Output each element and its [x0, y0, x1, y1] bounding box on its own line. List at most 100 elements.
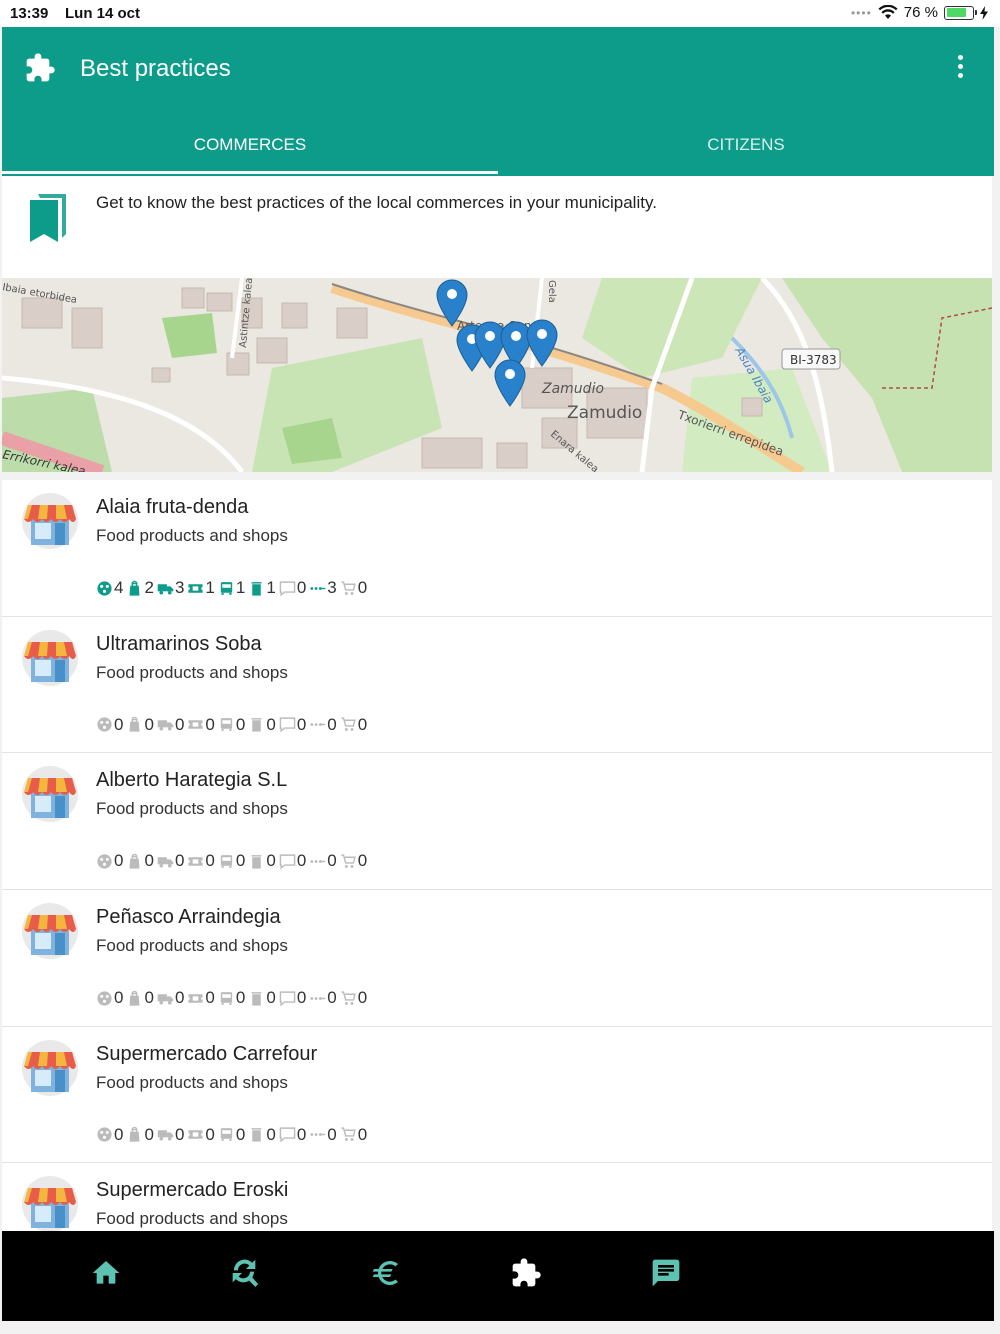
book-icon	[30, 194, 66, 242]
bin-icon	[251, 718, 262, 732]
bag-icon	[130, 580, 140, 596]
bin-icon	[251, 581, 262, 596]
stat-item: 0	[340, 988, 367, 1008]
battery-percent: 76 %	[903, 4, 938, 21]
ticket-icon	[188, 993, 203, 1003]
list-item[interactable]: Supermercado Eroski Food products and sho…	[2, 1163, 992, 1231]
stat-item: 0	[126, 715, 154, 735]
chat-icon	[279, 717, 296, 733]
stat-item: 0	[218, 715, 245, 735]
list-item[interactable]: Ultramarinos Soba Food products and shops…	[2, 616, 992, 754]
shop-avatar	[22, 1176, 78, 1231]
list-item[interactable]: Alaia fruta-denda Food products and shops…	[2, 480, 992, 617]
stat-count: 0	[114, 851, 124, 871]
cart-icon	[341, 717, 356, 732]
stat-item: 0	[309, 1124, 337, 1145]
stat-item: 0	[248, 714, 276, 735]
charging-icon	[980, 5, 988, 20]
list-item[interactable]: Peñasco Arraindegia Food products and sho…	[2, 890, 992, 1027]
dots-icon	[310, 1133, 326, 1137]
map-label: Zamudio	[567, 403, 642, 423]
stat-count: 0	[357, 1124, 368, 1144]
truck-icon	[157, 720, 174, 731]
stat-count: 0	[296, 988, 307, 1008]
dots-icon	[310, 723, 326, 727]
nav-best-practices-button[interactable]	[510, 1257, 542, 1289]
nav-messages-button[interactable]	[650, 1257, 682, 1289]
stat-count: 0	[174, 1124, 185, 1144]
wifi-icon	[878, 5, 898, 19]
stat-count: 0	[235, 988, 246, 1008]
stat-item: 0	[96, 851, 123, 871]
ticket-icon	[188, 583, 203, 593]
bus-icon	[220, 855, 233, 868]
bag-icon	[130, 716, 140, 732]
stat-item: 0	[96, 988, 123, 1008]
bus-icon	[220, 991, 233, 1005]
commerce-name: Peñasco Arraindegia	[96, 906, 281, 929]
stat-count: 0	[327, 1124, 337, 1144]
tab-commerces[interactable]: COMMERCES	[2, 123, 498, 176]
stat-count: 0	[266, 714, 276, 734]
puzzle-icon	[512, 1258, 541, 1287]
stat-item: 0	[126, 1124, 154, 1145]
stat-count: 0	[357, 714, 368, 734]
tab-bar: COMMERCES CITIZENS	[2, 123, 994, 176]
stat-count: 1	[266, 578, 276, 597]
stat-item: 0	[187, 988, 215, 1008]
stat-count: 0	[266, 988, 276, 1008]
more-vert-icon[interactable]	[954, 55, 966, 81]
stat-count: 0	[296, 1124, 307, 1144]
bus-icon	[220, 581, 233, 595]
dots-icon	[310, 996, 326, 1000]
dots-icon	[310, 586, 326, 590]
nav-search-button[interactable]	[230, 1257, 262, 1289]
nav-home-button[interactable]	[90, 1257, 122, 1289]
intro-text: Get to know the best practices of the lo…	[96, 193, 657, 212]
list-item[interactable]: Alberto Harategia S.L Food products and s…	[2, 753, 992, 891]
commerce-category: Food products and shops	[96, 662, 288, 682]
map-view[interactable]: Ibaia etorbidea Astintze kalea Arteaga-S…	[2, 278, 992, 472]
commerce-category: Food products and shops	[96, 799, 288, 819]
stat-item: 0	[248, 1125, 276, 1145]
stat-count: 1	[235, 578, 246, 597]
battery-icon	[944, 5, 977, 20]
commerce-list[interactable]: Alaia fruta-denda Food products and shops…	[2, 480, 992, 1231]
stat-count: 0	[114, 714, 124, 734]
stat-count: 0	[327, 988, 337, 1008]
stat-count: 0	[174, 988, 185, 1008]
euro-icon	[372, 1261, 398, 1285]
intro-card: Get to know the best practices of the lo…	[2, 176, 992, 278]
commerce-stats: 4 2 3 1 1 1 0 3 0	[96, 578, 370, 598]
commerce-name: Supermercado Eroski	[96, 1179, 289, 1202]
recycle-icon	[97, 854, 112, 869]
stat-item: 0	[340, 715, 367, 735]
stat-item: 0	[157, 988, 184, 1008]
stat-count: 0	[266, 851, 276, 871]
ticket-icon	[188, 720, 203, 729]
nav-euro-button[interactable]	[370, 1257, 402, 1289]
stat-item: 0	[157, 715, 184, 735]
stat-item: 0	[279, 715, 306, 735]
stat-count: 0	[296, 714, 307, 734]
status-time: 13:39	[10, 5, 49, 22]
stat-count: 0	[144, 1124, 154, 1144]
stat-count: 0	[235, 1124, 246, 1144]
stat-item: 0	[340, 1125, 367, 1145]
cart-icon	[341, 1127, 356, 1142]
stat-count: 0	[327, 714, 337, 734]
chat-icon	[279, 990, 296, 1006]
stat-count: 0	[296, 851, 307, 871]
stat-item: 0	[187, 1125, 215, 1145]
stat-item: 0	[279, 851, 306, 871]
stat-item: 0	[309, 851, 337, 871]
cart-icon	[341, 990, 356, 1005]
list-item[interactable]: Supermercado Carrefour Food products and …	[2, 1026, 992, 1164]
stat-count: 0	[357, 988, 368, 1008]
stat-item: 2	[126, 578, 154, 598]
shop-avatar	[22, 1039, 78, 1096]
bag-icon	[130, 990, 140, 1006]
stat-item: 0	[218, 988, 245, 1008]
commerce-stats: 000000000	[96, 851, 370, 871]
tab-citizens[interactable]: CITIZENS	[498, 123, 994, 176]
